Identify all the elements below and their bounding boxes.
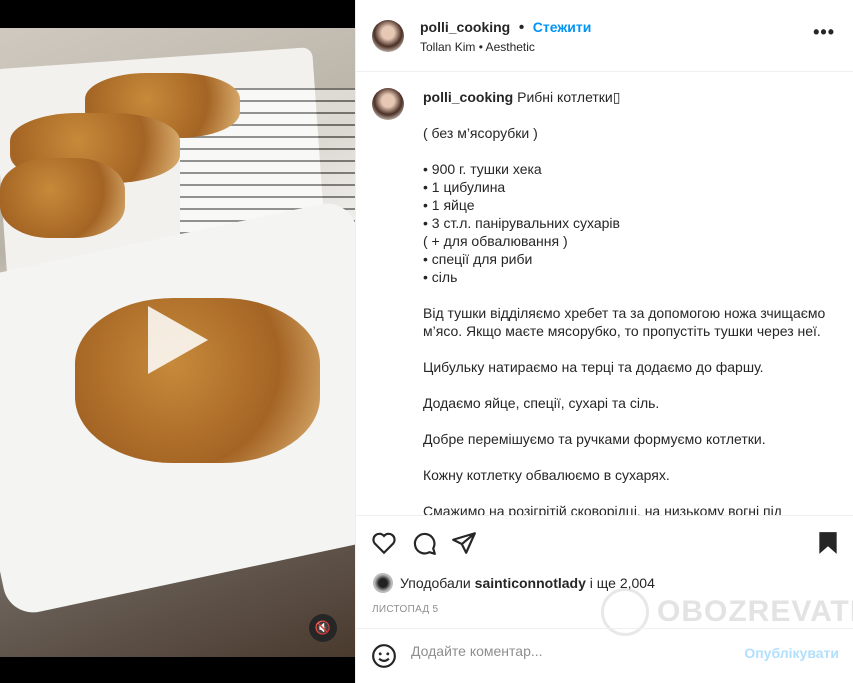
comment-icon[interactable] xyxy=(411,530,437,556)
separator: • xyxy=(518,19,525,36)
play-icon[interactable] xyxy=(148,306,208,374)
audio-link[interactable]: Tollan Kim • Aesthetic xyxy=(420,40,535,54)
caption-title: Рибні котлетки▯ xyxy=(517,89,621,105)
publish-button[interactable]: Опублікувати xyxy=(744,645,839,661)
video-player[interactable]: 🔇 xyxy=(0,0,355,683)
caption-paragraph: ( без м’ясорубки ) xyxy=(423,125,538,141)
comment-input[interactable] xyxy=(411,643,711,659)
comment-bar: Опублікувати xyxy=(356,628,853,683)
heart-icon[interactable] xyxy=(371,530,397,556)
caption-paragraph: Від тушки відділяємо хребет та за допомо… xyxy=(423,305,830,339)
post-date[interactable]: ЛИСТОПАД 5 xyxy=(372,604,438,615)
post-header: polli_cooking • Стежити Tollan Kim • Aes… xyxy=(356,0,853,72)
caption-scroll[interactable]: polli_cooking Рибні котлетки▯ ( без м’яс… xyxy=(356,72,853,515)
cutlet xyxy=(0,158,125,238)
paper-plane-icon[interactable] xyxy=(451,530,477,556)
caption-paragraph: Цибульку натираємо на терці та додаємо д… xyxy=(423,359,764,375)
caption-paragraph: Смажимо на розігрітій сковорідці, на низ… xyxy=(423,503,782,515)
caption-paragraph: Кожну котлетку обвалюємо в сухарях. xyxy=(423,467,670,483)
ingredients-list: • 900 г. тушки хека • 1 цибулина • 1 яйц… xyxy=(423,161,620,285)
more-options-button[interactable]: ••• xyxy=(813,22,835,43)
post-panel: polli_cooking • Стежити Tollan Kim • Aes… xyxy=(355,0,853,683)
caption-paragraph: Додаємо яйце, спеції, сухарі та сіль. xyxy=(423,395,660,411)
caption-text: polli_cooking Рибні котлетки▯ ( без м’яс… xyxy=(423,88,843,515)
username[interactable]: polli_cooking xyxy=(420,19,510,35)
liker-avatar[interactable] xyxy=(373,573,393,593)
caption-paragraph: Добре перемішуємо та ручками формуємо ко… xyxy=(423,431,766,447)
avatar[interactable] xyxy=(372,20,404,52)
smiley-icon[interactable] xyxy=(371,643,397,669)
follow-button[interactable]: Стежити xyxy=(533,19,592,35)
muted-speaker-icon[interactable]: 🔇 xyxy=(309,614,337,642)
bookmark-icon[interactable] xyxy=(815,530,841,556)
caption-username[interactable]: polli_cooking xyxy=(423,89,513,105)
avatar[interactable] xyxy=(372,88,404,120)
